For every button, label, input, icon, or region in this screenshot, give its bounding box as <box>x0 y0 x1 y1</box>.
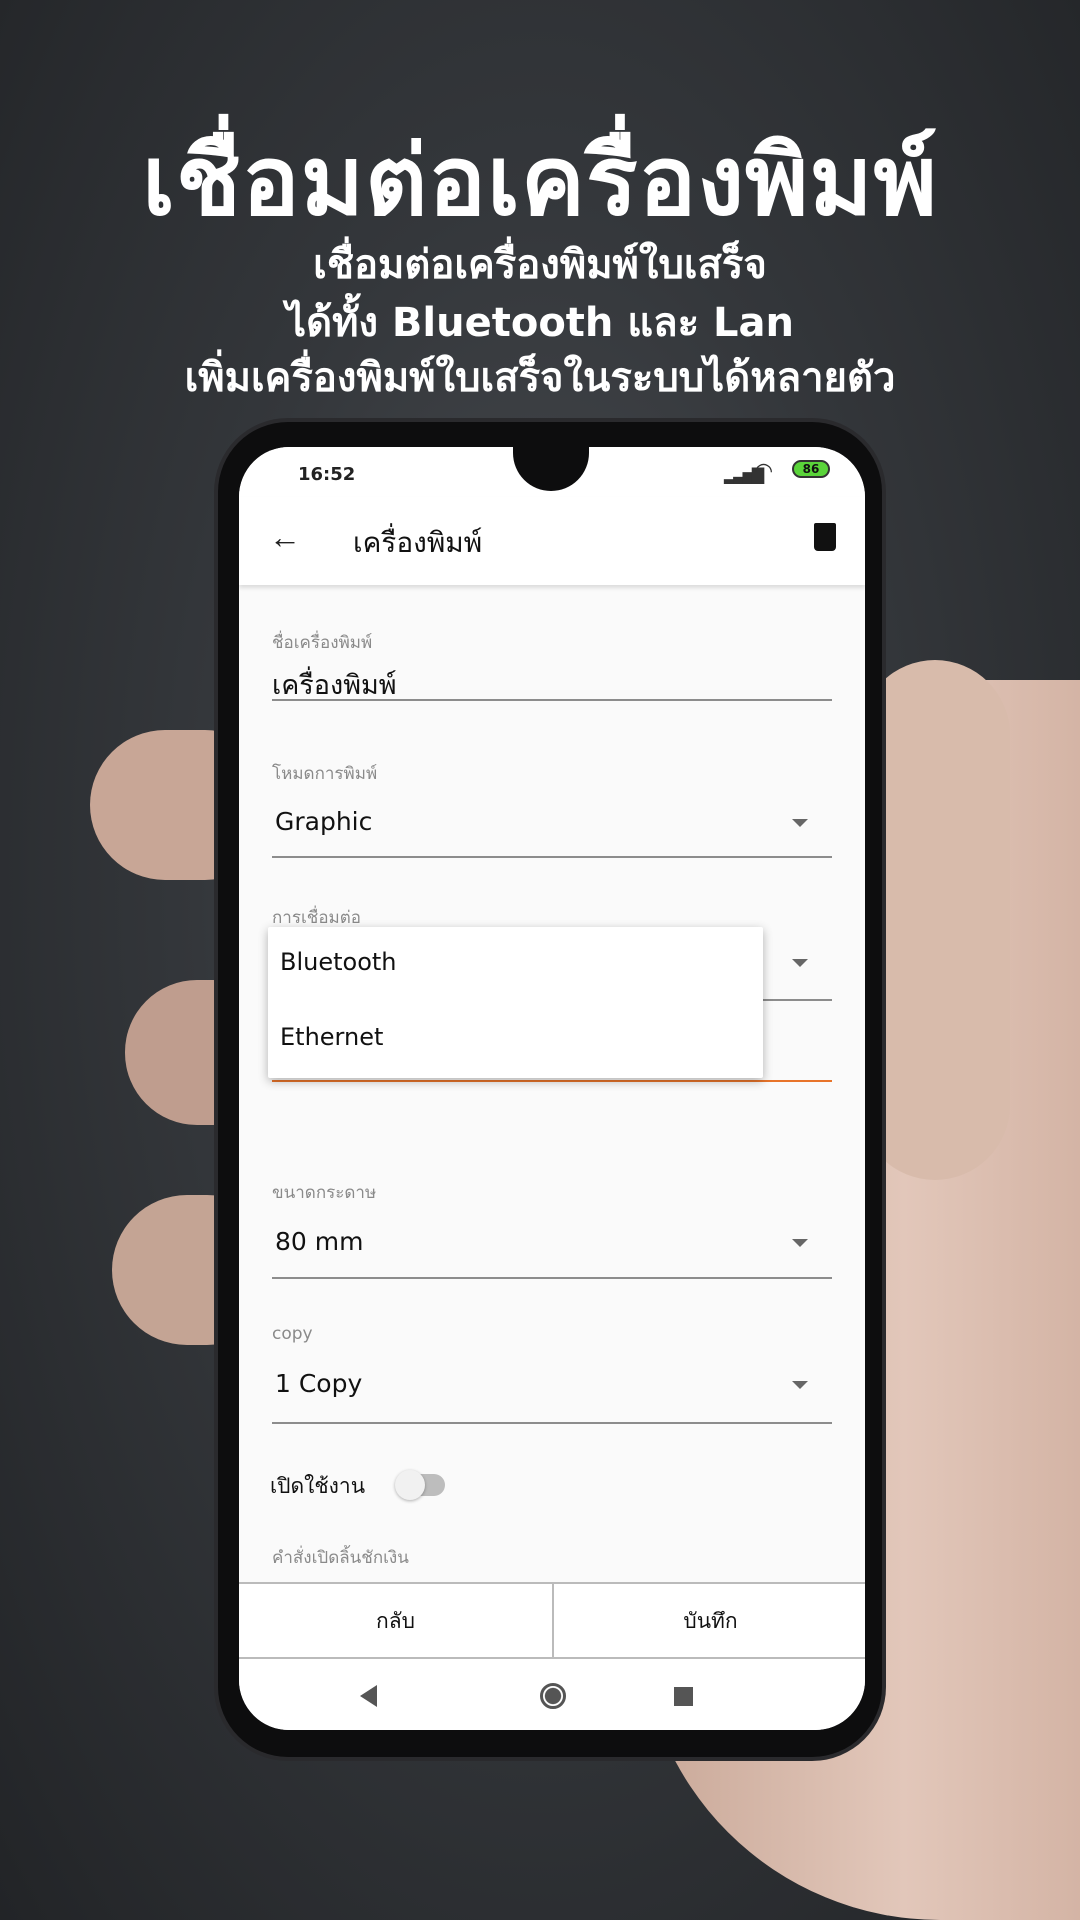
nav-recents-icon[interactable] <box>674 1687 693 1706</box>
nav-home-icon[interactable] <box>540 1683 566 1709</box>
focused-underline <box>272 1080 832 1082</box>
save-button[interactable]: บันทึก <box>554 1584 865 1659</box>
promo-line: เพิ่มเครื่องพิมพ์ใบเสร็จในระบบได้หลายตัว <box>184 355 896 401</box>
battery-icon: 86 <box>792 460 830 478</box>
option-bluetooth[interactable]: Bluetooth <box>268 927 763 1002</box>
print-mode-select[interactable]: Graphic <box>275 807 372 836</box>
divider <box>272 699 832 701</box>
paper-size-label: ขนาดกระดาษ <box>272 1183 377 1203</box>
trash-icon[interactable] <box>814 523 836 551</box>
back-button[interactable]: กลับ <box>239 1584 552 1659</box>
drawer-command-label: คำสั่งเปิดลิ้นชักเงิน <box>272 1548 409 1568</box>
printer-name-label: ชื่อเครื่องพิมพ์ <box>272 633 373 653</box>
enabled-toggle[interactable] <box>395 1470 445 1500</box>
chevron-down-icon[interactable] <box>792 959 808 967</box>
chevron-down-icon[interactable] <box>792 1381 808 1389</box>
divider <box>272 1422 832 1424</box>
button-bar: กลับ บันทึก <box>239 1582 865 1659</box>
phone-screen: 16:52 ▂▃▅▇ ◠ 86 ← เครื่องพิมพ์ ชื่อเครื่… <box>239 447 865 1730</box>
page-title: เครื่องพิมพ์ <box>353 526 483 559</box>
chevron-down-icon[interactable] <box>792 819 808 827</box>
divider <box>272 856 832 858</box>
option-ethernet[interactable]: Ethernet <box>268 1002 763 1077</box>
connection-dropdown: Bluetooth Ethernet <box>268 927 763 1078</box>
divider <box>272 1277 832 1279</box>
app-bar: ← เครื่องพิมพ์ <box>239 497 865 585</box>
system-nav-bar <box>239 1659 865 1730</box>
wifi-icon: ◠ <box>754 459 774 484</box>
chevron-down-icon[interactable] <box>792 1239 808 1247</box>
hand-thumb <box>860 660 1010 1180</box>
paper-size-select[interactable]: 80 mm <box>275 1227 363 1256</box>
copy-label: copy <box>272 1324 313 1344</box>
status-time: 16:52 <box>298 464 356 485</box>
enabled-label: เปิดใช้งาน <box>270 1474 366 1498</box>
copy-select[interactable]: 1 Copy <box>275 1369 362 1398</box>
print-mode-label: โหมดการพิมพ์ <box>272 764 378 784</box>
promo-line: เชื่อมต่อเครื่องพิมพ์ใบเสร็จ <box>313 242 767 288</box>
nav-back-icon[interactable] <box>360 1685 377 1707</box>
arrow-left-icon[interactable]: ← <box>269 519 301 556</box>
toggle-thumb <box>395 1470 425 1500</box>
